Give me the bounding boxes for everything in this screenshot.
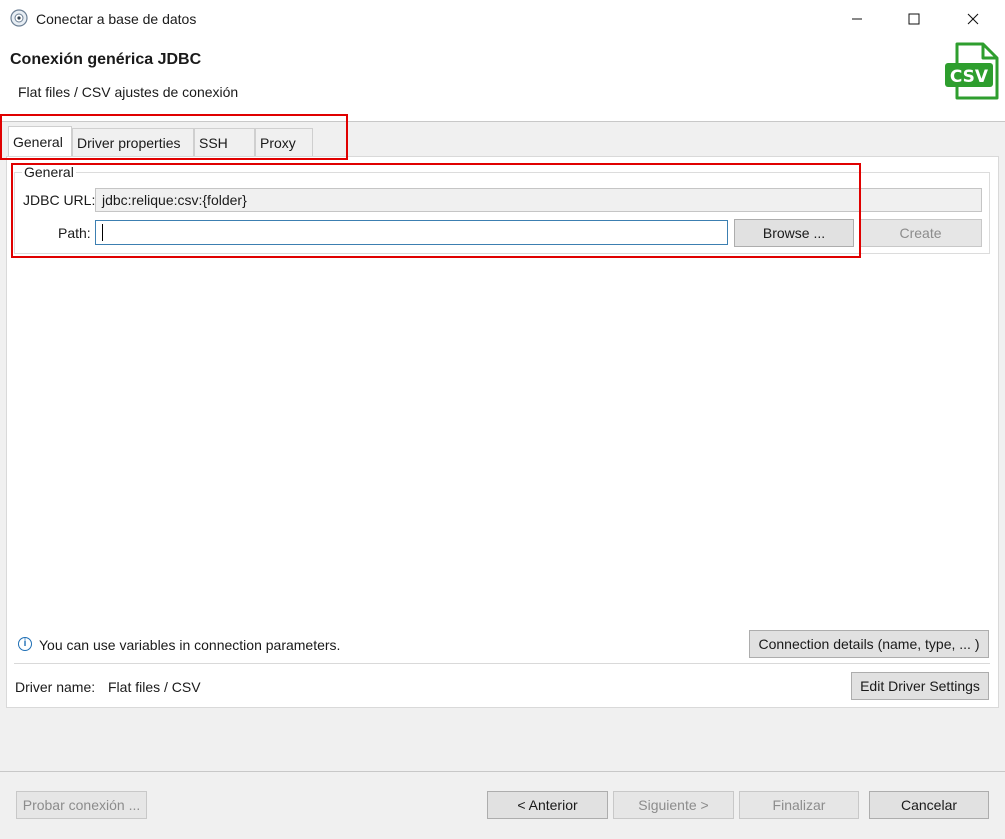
driver-name-value: Flat files / CSV [108, 679, 201, 695]
header-separator [0, 121, 1005, 122]
test-connection-button[interactable]: Probar conexión ... [16, 791, 147, 819]
dialog-title: Conexión genérica JDBC [10, 51, 202, 68]
jdbc-url-field[interactable]: jdbc:relique:csv:{folder} [95, 188, 982, 212]
path-label: Path: [58, 225, 91, 241]
footer-separator [0, 771, 1005, 772]
csv-file-icon: CSV [945, 42, 999, 100]
edit-driver-settings-button[interactable]: Edit Driver Settings [851, 672, 989, 700]
close-icon [967, 13, 979, 25]
variables-info-text: You can use variables in connection para… [39, 637, 341, 653]
connection-details-button[interactable]: Connection details (name, type, ... ) [749, 630, 989, 658]
cancel-button[interactable]: Cancelar [869, 791, 989, 819]
tab-proxy[interactable]: Proxy [255, 128, 313, 156]
back-button[interactable]: < Anterior [487, 791, 608, 819]
maximize-button[interactable] [891, 0, 937, 38]
app-icon [10, 9, 28, 27]
next-button[interactable]: Siguiente > [613, 791, 734, 819]
driver-name-label: Driver name: [15, 679, 96, 695]
close-button[interactable] [950, 0, 996, 38]
tab-ssh[interactable]: SSH [194, 128, 255, 156]
jdbc-url-label: JDBC URL: [23, 192, 96, 208]
text-cursor [102, 224, 103, 241]
window-title: Conectar a base de datos [36, 11, 197, 27]
tab-general[interactable]: General [8, 126, 72, 157]
tab-driver-properties[interactable]: Driver properties [72, 128, 194, 156]
create-button[interactable]: Create [859, 219, 982, 247]
minimize-button[interactable] [834, 0, 880, 38]
maximize-icon [908, 13, 920, 25]
general-group-label: General [22, 164, 76, 180]
browse-button[interactable]: Browse ... [734, 219, 854, 247]
minimize-icon [852, 18, 862, 20]
path-input[interactable] [95, 220, 728, 245]
info-icon: i [18, 637, 32, 651]
driver-separator [14, 663, 990, 664]
finish-button[interactable]: Finalizar [739, 791, 859, 819]
dialog-subtitle: Flat files / CSV ajustes de conexión [18, 84, 239, 100]
csv-logo-text: CSV [950, 67, 989, 87]
